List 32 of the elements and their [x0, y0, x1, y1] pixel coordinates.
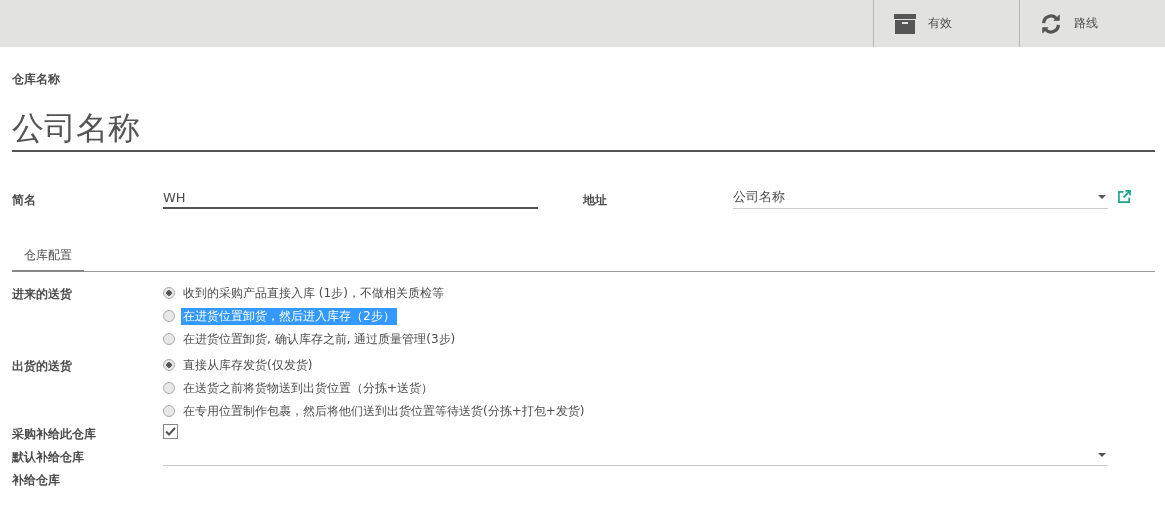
- checkbox[interactable]: [163, 424, 178, 439]
- field-label: 出货的送货: [12, 358, 73, 375]
- option-label: 在进货位置卸货, 确认库存之前, 通过质量管理(3步): [182, 330, 457, 348]
- field-label: 地址: [583, 192, 608, 209]
- radio-button[interactable]: [163, 333, 175, 345]
- field-label: 默认补给仓库: [12, 449, 85, 466]
- option-label: 收到的采购产品直接入库 (1步)，不做相关质检等: [182, 284, 445, 302]
- archive-icon: [894, 13, 916, 34]
- option-label: 在送货之前将货物送到出货位置（分拣+送货）: [182, 379, 435, 397]
- radio-button[interactable]: [163, 310, 175, 322]
- external-link-icon[interactable]: [1118, 190, 1131, 203]
- field-label: 采购补给此仓库: [12, 426, 97, 443]
- caret-icon: [1098, 453, 1106, 457]
- radio-button[interactable]: [163, 287, 175, 299]
- text-field[interactable]: WH: [163, 190, 538, 209]
- select-field[interactable]: 公司名称: [733, 188, 1108, 209]
- name-field[interactable]: 公司名称: [12, 96, 1155, 152]
- field-label: 进来的送货: [12, 286, 73, 303]
- option-label: 在专用位置制作包裹，然后将他们送到出货位置等待送货(分拣+打包+发货): [182, 402, 586, 420]
- archive-button[interactable]: 有效: [873, 0, 1019, 47]
- refresh-icon: [1040, 12, 1062, 35]
- field-label: 仓库名称: [12, 71, 61, 88]
- radio-button[interactable]: [163, 405, 175, 417]
- option-label: 直接从库存发货(仅发货): [182, 356, 314, 374]
- radio-button[interactable]: [163, 359, 175, 371]
- field-label: 补给仓库: [12, 472, 61, 489]
- tab[interactable]: 仓库配置: [12, 247, 84, 272]
- radio-button[interactable]: [163, 382, 175, 394]
- caret-icon: [1098, 195, 1106, 199]
- refresh-button[interactable]: 路线: [1019, 0, 1165, 47]
- option-label: 在进货位置卸货，然后进入库存（2步）: [181, 307, 397, 325]
- field-label: 简名: [12, 192, 37, 209]
